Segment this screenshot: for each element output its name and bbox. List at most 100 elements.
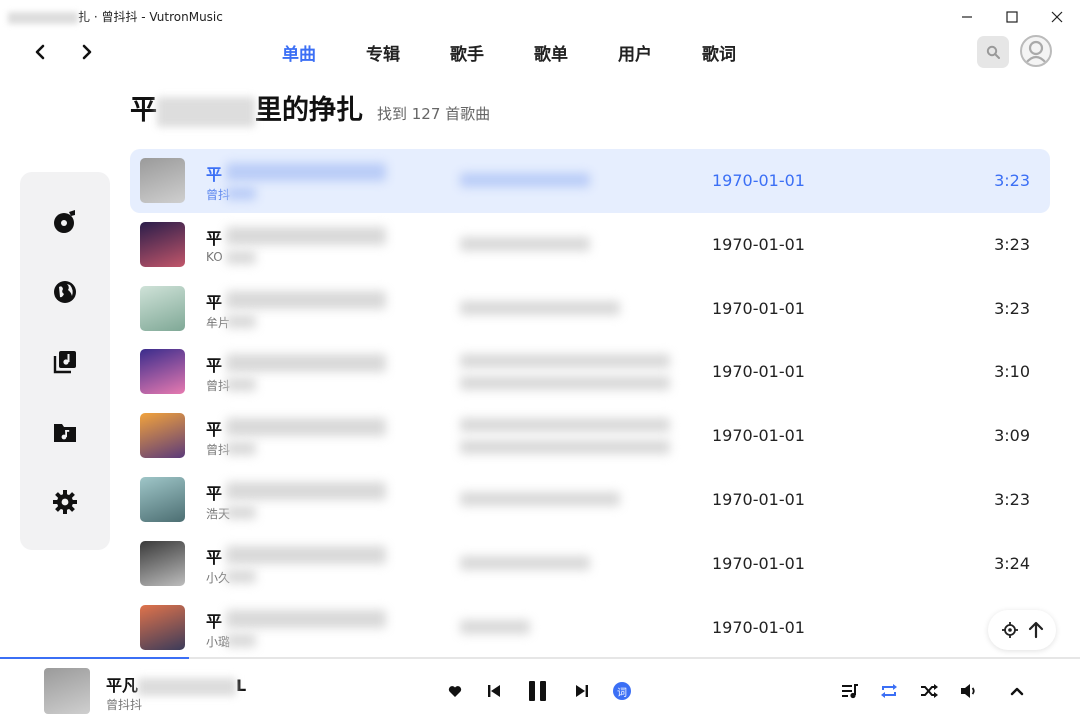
- song-cover[interactable]: [140, 540, 185, 586]
- window-title: 扎 · 曾抖抖 - VutronMusic: [8, 8, 223, 25]
- song-row[interactable]: 平曾抖 1970-01-01 3:10: [130, 340, 1050, 404]
- song-date: 1970-01-01: [712, 362, 805, 382]
- blurred-text: [226, 545, 386, 564]
- previous-icon[interactable]: [482, 679, 506, 703]
- album-blurred[interactable]: [460, 354, 670, 369]
- now-playing-title[interactable]: 平凡 L: [106, 672, 246, 696]
- song-duration: 3:23: [994, 489, 1030, 509]
- song-artist[interactable]: KO: [206, 250, 223, 264]
- locate-icon[interactable]: [1001, 621, 1019, 639]
- song-row[interactable]: 平牟片 1970-01-01 3:23: [130, 277, 1050, 341]
- blurred-text: [157, 96, 255, 127]
- song-duration: 3:09: [994, 426, 1030, 446]
- back-button[interactable]: [28, 40, 52, 64]
- tab-artists[interactable]: 歌手: [450, 40, 534, 66]
- search-button[interactable]: [977, 36, 1009, 68]
- album-blurred[interactable]: [460, 619, 530, 634]
- song-duration: 3:23: [994, 298, 1030, 318]
- tab-users[interactable]: 用户: [618, 40, 702, 66]
- close-icon[interactable]: [1042, 6, 1072, 28]
- song-title[interactable]: 平: [206, 544, 222, 568]
- song-date: 1970-01-01: [712, 426, 805, 446]
- song-title[interactable]: 平: [206, 225, 222, 249]
- blurred-text: [226, 442, 256, 456]
- blurred-text: [226, 163, 386, 181]
- search-type-tabs: 单曲 专辑 歌手 歌单 用户 歌词: [282, 40, 786, 66]
- song-row[interactable]: 平 KO 1970-01-01 3:23: [130, 213, 1050, 277]
- song-row[interactable]: 平浩天 1970-01-01 3:23: [130, 468, 1050, 532]
- settings-gear-icon[interactable]: [50, 487, 80, 517]
- blurred-text: [226, 290, 386, 309]
- library-icon[interactable]: [50, 347, 80, 377]
- song-cover[interactable]: [140, 221, 185, 267]
- lyrics-icon[interactable]: 词: [610, 679, 634, 703]
- song-date: 1970-01-01: [712, 171, 805, 190]
- tab-albums[interactable]: 专辑: [366, 40, 450, 66]
- song-title[interactable]: 平: [206, 161, 222, 185]
- album-blurred[interactable]: [460, 173, 590, 187]
- song-row[interactable]: 平小璐1970-01-013:45: [130, 596, 1050, 660]
- now-playing-cover[interactable]: [44, 668, 90, 714]
- title-bar: 扎 · 曾抖抖 - VutronMusic: [0, 0, 1080, 34]
- song-date: 1970-01-01: [712, 617, 805, 637]
- song-cover[interactable]: [140, 413, 185, 459]
- arrow-up-icon[interactable]: [1028, 621, 1044, 639]
- song-title[interactable]: 平: [206, 289, 222, 313]
- song-cover[interactable]: [140, 158, 185, 203]
- shuffle-icon[interactable]: [917, 679, 941, 703]
- search-icon: [986, 45, 1000, 59]
- blurred-text: [226, 609, 386, 628]
- album-blurred[interactable]: [460, 440, 670, 455]
- song-cover[interactable]: [140, 285, 185, 331]
- album-blurred[interactable]: [460, 491, 620, 506]
- blurred-text: [226, 250, 256, 264]
- result-count: 找到 127 首歌曲: [377, 105, 491, 123]
- repeat-icon[interactable]: [877, 679, 901, 703]
- song-cover[interactable]: [140, 476, 185, 522]
- expand-up-icon[interactable]: [1005, 679, 1029, 703]
- forward-button[interactable]: [75, 40, 99, 64]
- chevron-left-icon: [35, 44, 45, 60]
- minimize-icon[interactable]: [952, 6, 982, 28]
- song-list: 平曾抖 1970-01-01 3:23 平 KO 1970-01-01 3:23 平牟片 197…: [130, 149, 1050, 659]
- music-folder-icon[interactable]: [50, 417, 80, 447]
- song-row[interactable]: 平曾抖 1970-01-01 3:23: [130, 149, 1050, 213]
- tab-lyrics[interactable]: 歌词: [702, 40, 786, 66]
- next-icon[interactable]: [570, 679, 594, 703]
- album-blurred[interactable]: [460, 555, 590, 570]
- tab-songs[interactable]: 单曲: [282, 40, 366, 66]
- playlist-icon[interactable]: [838, 679, 862, 703]
- song-title[interactable]: 平: [206, 416, 222, 440]
- pause-icon[interactable]: [526, 679, 550, 703]
- user-avatar-icon: [1025, 40, 1047, 64]
- song-row[interactable]: 平曾抖 1970-01-01 3:09: [130, 404, 1050, 468]
- album-blurred[interactable]: [460, 418, 670, 433]
- blurred-text: [226, 226, 386, 245]
- maximize-icon[interactable]: [997, 6, 1027, 28]
- album-blurred[interactable]: [460, 300, 620, 315]
- globe-icon[interactable]: [50, 277, 80, 307]
- song-title[interactable]: 平: [206, 352, 222, 376]
- song-duration: 3:23: [994, 234, 1030, 254]
- song-cover[interactable]: [140, 604, 185, 650]
- music-disc-icon[interactable]: [50, 207, 80, 237]
- song-date: 1970-01-01: [712, 489, 805, 509]
- heart-icon[interactable]: [443, 679, 467, 703]
- now-playing-artist[interactable]: 曾抖抖: [106, 696, 142, 713]
- avatar[interactable]: [1020, 35, 1052, 67]
- song-duration: 3:10: [994, 362, 1030, 382]
- blurred-text: [226, 418, 386, 437]
- song-cover[interactable]: [140, 349, 185, 395]
- sidebar: [20, 172, 110, 550]
- album-blurred[interactable]: [460, 236, 590, 251]
- tab-playlists[interactable]: 歌单: [534, 40, 618, 66]
- song-title[interactable]: 平: [206, 480, 222, 504]
- song-duration: 3:24: [994, 553, 1030, 573]
- song-duration: 3:23: [994, 171, 1030, 190]
- song-title[interactable]: 平: [206, 608, 222, 632]
- album-blurred[interactable]: [460, 376, 670, 391]
- volume-icon[interactable]: [957, 679, 981, 703]
- blurred-text: [226, 187, 256, 200]
- page-title: 平里的挣扎: [130, 95, 363, 127]
- song-row[interactable]: 平小久 1970-01-01 3:24: [130, 532, 1050, 596]
